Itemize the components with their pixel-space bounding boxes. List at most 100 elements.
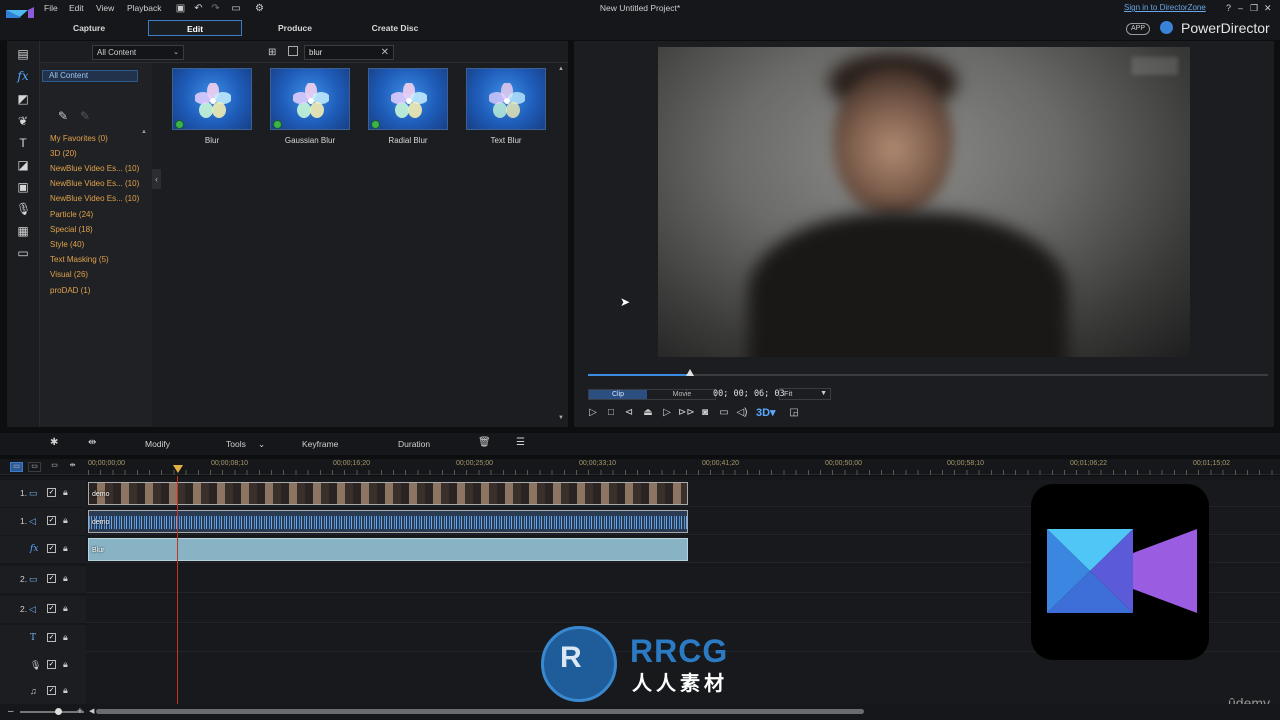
lock-icon[interactable]: 🔒︎ [63, 543, 68, 554]
category-item[interactable]: NewBlue Video Es... (10) [50, 194, 139, 203]
remove-category-icon[interactable]: ✎ [80, 109, 90, 123]
close-button[interactable]: ✕ [1264, 3, 1272, 14]
chapter-room-icon[interactable]: ▦ [16, 224, 30, 238]
zoom-out-icon[interactable]: – [8, 706, 14, 717]
menu-edit[interactable]: Edit [69, 3, 84, 13]
category-item[interactable]: Special (18) [50, 225, 93, 234]
next-frame-icon[interactable]: ▷ [660, 407, 674, 419]
add-category-icon[interactable]: ✎ [58, 109, 68, 123]
category-all-content[interactable]: All Content [42, 70, 138, 82]
tab-edit[interactable]: Edit [148, 20, 242, 36]
category-item[interactable]: My Favorites (0) [50, 134, 108, 143]
split-clip-icon[interactable]: ⇹ [88, 437, 96, 448]
track-enable-checkbox[interactable]: ✓ [47, 516, 56, 525]
help-button[interactable]: ? [1226, 3, 1231, 13]
transition-room-icon[interactable]: ◪ [16, 158, 30, 172]
scroll-down-icon[interactable]: ▼ [558, 415, 564, 421]
scroll-left-icon[interactable]: ◀ [89, 707, 94, 715]
app-badge[interactable]: APP [1126, 23, 1151, 35]
undock-preview-icon[interactable]: ◲ [787, 407, 801, 419]
clear-search-icon[interactable]: ✕ [381, 46, 389, 59]
track-enable-checkbox[interactable]: ✓ [47, 488, 56, 497]
storyboard-view-icon[interactable]: ▭ [28, 462, 41, 472]
category-item[interactable]: Text Masking (5) [50, 255, 109, 264]
previous-frame-icon[interactable]: ⊲ [622, 407, 636, 419]
zoom-slider[interactable] [20, 711, 84, 713]
library-scrollbar[interactable]: ▲ ▼ [556, 63, 566, 427]
volume-icon[interactable]: ◁) [735, 407, 749, 419]
delete-trash-icon[interactable]: 🗑 [478, 437, 491, 448]
more-features-icon[interactable]: ☰ [516, 437, 525, 448]
timeline-horizontal-scrollbar[interactable] [96, 709, 864, 714]
lock-icon[interactable]: 🔒︎ [63, 632, 68, 643]
redo-icon[interactable]: ↷ [210, 3, 221, 14]
tab-capture[interactable]: Capture [58, 20, 120, 36]
stop-icon[interactable]: □ [604, 407, 618, 419]
zoom-fit-dropdown[interactable]: Fit ▼ [779, 388, 831, 400]
snapshot-icon[interactable]: ◙ [698, 407, 712, 419]
timeline-ruler[interactable]: ▭ ▭ ▭ ⇹ 00;00;00;00 00;00;08;10 00;00;16… [0, 459, 1280, 475]
tab-produce[interactable]: Produce [264, 20, 326, 36]
timeline-view-icon[interactable]: ▭ [10, 462, 23, 472]
lock-icon[interactable]: 🔒︎ [63, 659, 68, 670]
scroll-up-icon[interactable]: ▲ [558, 66, 564, 72]
fast-forward-icon[interactable]: ⊳⊳ [678, 407, 695, 419]
effect-thumb-radial-blur[interactable] [368, 68, 448, 130]
subtitle-room-icon[interactable]: ▭ [16, 246, 30, 260]
play-icon[interactable]: ▷ [586, 407, 600, 419]
minimize-button[interactable]: – [1238, 3, 1243, 13]
seek-thumb[interactable] [686, 369, 694, 376]
save-icon[interactable]: ▣ [175, 3, 186, 14]
track-manager-icon[interactable]: ▭ [48, 462, 61, 472]
lock-icon[interactable]: 🔒︎ [63, 573, 68, 584]
category-item[interactable]: Style (40) [50, 240, 84, 249]
audio-clip[interactable]: demo [88, 510, 688, 533]
magic-tools-icon[interactable]: ✱ [50, 437, 58, 448]
effect-thumb-blur[interactable] [172, 68, 252, 130]
fx-clip[interactable]: Blur [88, 538, 688, 561]
track-enable-checkbox[interactable]: ✓ [47, 660, 56, 669]
effect-thumb-text-blur[interactable] [466, 68, 546, 130]
playhead-line[interactable] [177, 476, 178, 704]
tab-create-disc[interactable]: Create Disc [360, 20, 430, 36]
track-enable-checkbox[interactable]: ✓ [47, 604, 56, 613]
menu-playback[interactable]: Playback [127, 3, 162, 13]
timecode-display[interactable]: 00; 00; 06; 03 [713, 389, 785, 399]
menu-file[interactable]: File [44, 3, 58, 13]
undo-icon[interactable]: ↶ [193, 3, 204, 14]
media-room-icon[interactable]: ▤ [16, 47, 30, 61]
search-input[interactable]: blur ✕ [304, 45, 394, 60]
3d-mode-icon[interactable]: 3D▾ [756, 406, 776, 419]
lock-icon[interactable]: 🔒︎ [63, 603, 68, 614]
pip-room-icon[interactable]: ◩ [16, 92, 30, 106]
tools-button[interactable]: Tools [226, 439, 246, 449]
lock-icon[interactable]: 🔒︎ [63, 685, 68, 696]
playhead-handle[interactable] [173, 465, 183, 473]
collapse-categories-icon[interactable]: ‹ [152, 169, 161, 189]
category-item[interactable]: NewBlue Video Es... (10) [50, 179, 139, 188]
modify-button[interactable]: Modify [145, 439, 170, 449]
split-icon[interactable]: ⏏ [641, 407, 655, 419]
content-filter-dropdown[interactable]: All Content ⌄ [92, 45, 184, 60]
fx-room-icon[interactable]: fx [16, 69, 30, 83]
particle-room-icon[interactable]: ❦ [16, 114, 30, 128]
category-scroll-up-icon[interactable]: ▲ [141, 129, 147, 135]
sign-in-link[interactable]: Sign in to DirectorZone [1124, 3, 1206, 12]
aspect-ratio-icon[interactable]: ▭ [228, 3, 244, 14]
category-item[interactable]: Visual (26) [50, 270, 88, 279]
video-preview[interactable]: ▓▓▓▓ [658, 47, 1190, 357]
track-enable-checkbox[interactable]: ✓ [47, 544, 56, 553]
restore-button[interactable]: ❐ [1250, 3, 1258, 14]
audio-mixing-icon[interactable]: ▣ [16, 180, 30, 194]
lock-icon[interactable]: 🔒︎ [63, 487, 68, 498]
category-item[interactable]: proDAD (1) [50, 286, 90, 295]
voice-over-icon[interactable]: 🎙 [16, 202, 31, 216]
settings-gear-icon[interactable]: ⚙ [254, 3, 265, 14]
thumbnail-size-icon[interactable] [288, 46, 298, 56]
track-enable-checkbox[interactable]: ✓ [47, 574, 56, 583]
tools-chevron-icon[interactable]: ⌄ [258, 439, 265, 450]
category-item[interactable]: NewBlue Video Es... (10) [50, 164, 139, 173]
clip-mode-button[interactable]: Clip [589, 390, 647, 399]
keyframe-button[interactable]: Keyframe [302, 439, 338, 449]
category-item[interactable]: 3D (20) [50, 149, 77, 158]
